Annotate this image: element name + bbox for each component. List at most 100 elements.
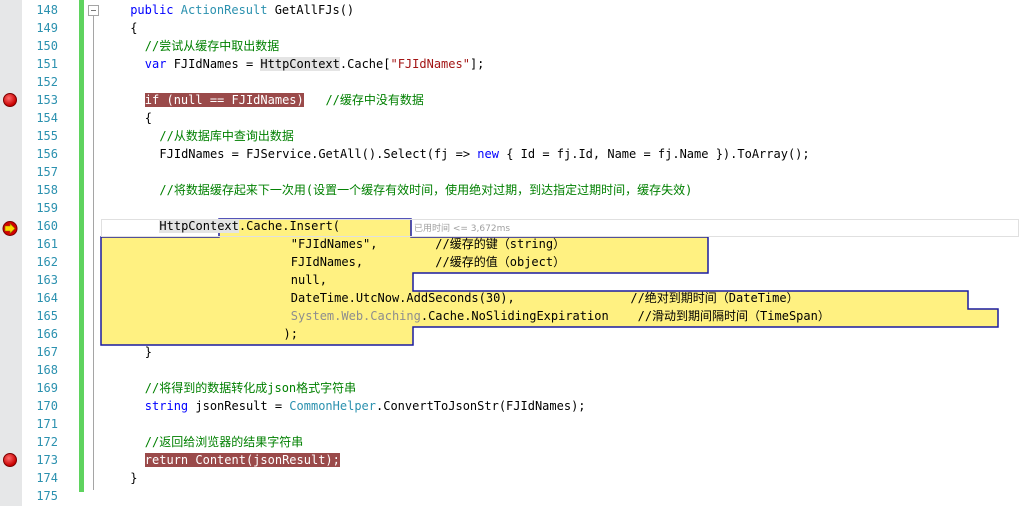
code-line[interactable]: FJIdNames = FJService.GetAll().Select(fj… bbox=[101, 145, 810, 163]
code-line[interactable]: System.Web.Caching.Cache.NoSlidingExpira… bbox=[101, 307, 830, 325]
line-number: 156 bbox=[36, 147, 58, 161]
breakpoint-icon[interactable] bbox=[3, 453, 17, 467]
line-number: 171 bbox=[36, 417, 58, 431]
code-line[interactable]: "FJIdNames", //缓存的键（string） bbox=[101, 235, 565, 253]
code-line[interactable]: } bbox=[101, 469, 137, 487]
code-line[interactable]: var FJIdNames = HttpContext.Cache["FJIdN… bbox=[101, 55, 484, 73]
code-token: //缓存的值（object） bbox=[435, 255, 566, 269]
code-line[interactable]: public ActionResult GetAllFJs() bbox=[101, 1, 354, 19]
code-token: FJIdNames = bbox=[173, 57, 261, 71]
code-token: } bbox=[144, 345, 153, 359]
code-line[interactable]: //返回给浏览器的结果字符串 bbox=[101, 433, 303, 451]
line-number: 158 bbox=[36, 183, 58, 197]
line-number: 169 bbox=[36, 381, 58, 395]
breakpoint-current-icon[interactable] bbox=[2, 221, 18, 236]
code-token: { bbox=[144, 111, 153, 125]
line-number: 154 bbox=[36, 111, 58, 125]
code-token: string bbox=[144, 399, 196, 413]
line-number: 159 bbox=[36, 201, 58, 215]
code-token: var bbox=[144, 57, 174, 71]
line-number: 164 bbox=[36, 291, 58, 305]
code-token: ); bbox=[283, 327, 298, 341]
code-line[interactable]: FJIdNames, //缓存的值（object） bbox=[101, 253, 565, 271]
code-line[interactable]: ); bbox=[101, 325, 298, 343]
line-number: 168 bbox=[36, 363, 58, 377]
code-line[interactable]: DateTime.UtcNow.AddSeconds(30), //绝对到期时间… bbox=[101, 289, 799, 307]
line-number: 153 bbox=[36, 93, 58, 107]
code-token: if (null == FJIdNames) bbox=[144, 93, 304, 107]
line-number: 167 bbox=[36, 345, 58, 359]
code-token: ActionResult bbox=[180, 3, 275, 17]
code-line[interactable]: if (null == FJIdNames) //缓存中没有数据 bbox=[101, 91, 424, 109]
code-token: } bbox=[130, 471, 138, 485]
code-token: { Id = fj.Id, Name = fj.Name }).ToArray(… bbox=[498, 147, 810, 161]
line-number: 170 bbox=[36, 399, 58, 413]
code-token: HttpContext bbox=[159, 219, 239, 233]
line-number: 157 bbox=[36, 165, 58, 179]
code-line[interactable]: return Content(jsonResult); bbox=[101, 451, 340, 469]
code-token: .Cache.NoSlidingExpiration bbox=[420, 309, 609, 323]
code-token: //缓存中没有数据 bbox=[325, 93, 424, 107]
code-token: ]; bbox=[469, 57, 485, 71]
code-token: "FJIdNames" bbox=[390, 57, 470, 71]
line-number: 149 bbox=[36, 21, 58, 35]
code-token: //缓存的键（string） bbox=[435, 237, 566, 251]
line-number: 148 bbox=[36, 3, 58, 17]
code-line[interactable]: //尝试从缓存中取出数据 bbox=[101, 37, 279, 55]
code-line[interactable]: { bbox=[101, 19, 137, 37]
line-number: 160 bbox=[36, 219, 58, 233]
code-token: //将得到的数据转化成json格式字符串 bbox=[144, 381, 357, 395]
code-token: "FJIdNames", bbox=[290, 237, 378, 251]
code-line[interactable]: //从数据库中查询出数据 bbox=[101, 127, 294, 145]
code-token: { bbox=[130, 21, 138, 35]
code-token: //将数据缓存起来下一次用(设置一个缓存有效时间，使用绝对过期，到达指定过期时间… bbox=[159, 183, 693, 197]
line-number: 175 bbox=[36, 489, 58, 503]
code-line[interactable]: //将数据缓存起来下一次用(设置一个缓存有效时间，使用绝对过期，到达指定过期时间… bbox=[101, 181, 692, 199]
line-number: 172 bbox=[36, 435, 58, 449]
code-token: null, bbox=[290, 273, 327, 287]
code-token: .ConvertToJsonStr(FJIdNames); bbox=[376, 399, 586, 413]
code-token: System.Web.Caching bbox=[290, 309, 421, 323]
code-token: .Cache[ bbox=[339, 57, 391, 71]
line-number: 174 bbox=[36, 471, 58, 485]
line-number: 173 bbox=[36, 453, 58, 467]
code-token: .Cache.Insert( bbox=[238, 219, 341, 233]
code-line[interactable]: string jsonResult = CommonHelper.Convert… bbox=[101, 397, 586, 415]
line-number: 155 bbox=[36, 129, 58, 143]
code-token: //从数据库中查询出数据 bbox=[159, 129, 294, 143]
line-number: 162 bbox=[36, 255, 58, 269]
code-token: //返回给浏览器的结果字符串 bbox=[144, 435, 304, 449]
line-number: 163 bbox=[36, 273, 58, 287]
code-token: public bbox=[130, 3, 181, 17]
line-number: 161 bbox=[36, 237, 58, 251]
code-line[interactable]: null, bbox=[101, 271, 327, 289]
code-line[interactable]: } bbox=[101, 343, 152, 361]
code-token: jsonResult = bbox=[195, 399, 290, 413]
code-token: FJIdNames = FJService.GetAll().Select(fj… bbox=[159, 147, 478, 161]
code-line[interactable]: { bbox=[101, 109, 152, 127]
code-token: //滑动到期间隔时间（TimeSpan） bbox=[637, 309, 830, 323]
code-token: return Content(jsonResult); bbox=[144, 453, 340, 467]
line-number: 165 bbox=[36, 309, 58, 323]
code-token: CommonHelper bbox=[289, 399, 376, 413]
code-token: GetAllFJs() bbox=[274, 3, 355, 17]
code-line[interactable]: //将得到的数据转化成json格式字符串 bbox=[101, 379, 356, 397]
code-token: FJIdNames, bbox=[290, 255, 364, 269]
code-token: //绝对到期时间（DateTime） bbox=[630, 291, 799, 305]
code-token: new bbox=[477, 147, 499, 161]
breakpoint-icon[interactable] bbox=[3, 93, 17, 107]
code-line[interactable]: HttpContext.Cache.Insert( bbox=[101, 217, 340, 235]
perf-tip[interactable]: 已用时间 <= 3,672ms bbox=[414, 222, 510, 236]
code-editor[interactable]: 148 public ActionResult GetAllFJs() 149 {15… bbox=[0, 0, 1019, 506]
code-token: //尝试从缓存中取出数据 bbox=[144, 39, 280, 53]
code-token: HttpContext bbox=[260, 57, 340, 71]
line-number: 166 bbox=[36, 327, 58, 341]
line-number: 150 bbox=[36, 39, 58, 53]
code-token: DateTime.UtcNow.AddSeconds(30), bbox=[290, 291, 515, 305]
line-number: 151 bbox=[36, 57, 58, 71]
